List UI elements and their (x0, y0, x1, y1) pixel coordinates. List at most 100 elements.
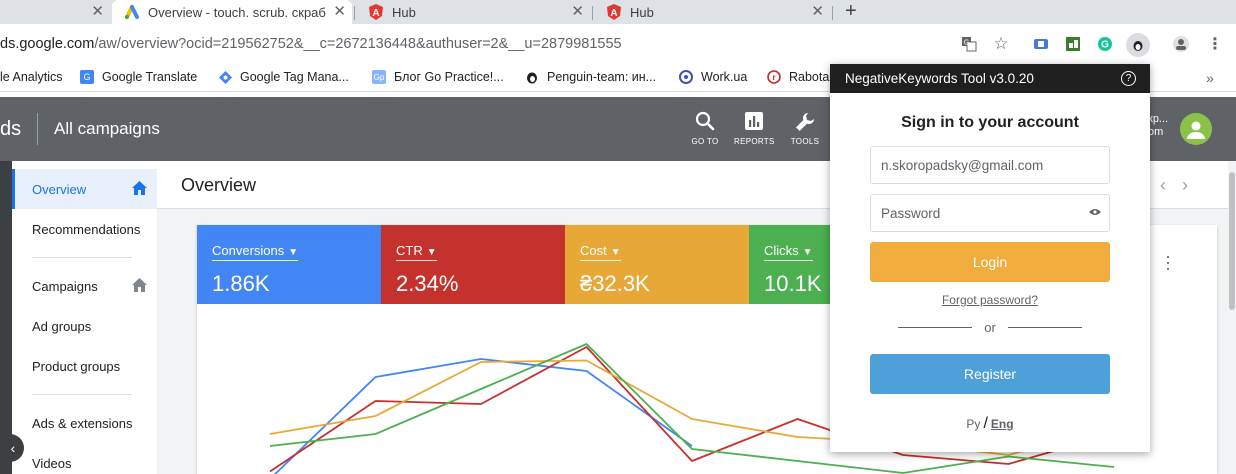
forgot-password-link[interactable]: Forgot password? (830, 293, 1150, 307)
bookmark-google-translate[interactable]: G Google Translate (80, 70, 197, 84)
home-icon (132, 181, 147, 198)
or-label: or (984, 320, 996, 335)
bookmark-analytics[interactable]: le Analytics (0, 70, 63, 84)
more-options-icon[interactable]: · · · (1165, 247, 1171, 277)
chevron-left-icon[interactable]: ‹ (1160, 175, 1182, 195)
sidebar-item-recommendations[interactable]: Recommendations (12, 209, 157, 249)
metric-selector[interactable]: Cost ▼ (580, 243, 621, 261)
reports-label: REPORTS (734, 137, 775, 146)
bookmark-label: Work.ua (701, 70, 748, 84)
tools-button[interactable]: TOOLS (785, 111, 825, 146)
dropdown-caret-icon: ▼ (610, 247, 621, 258)
metric-ctr[interactable]: CTR ▼ 2.34% (381, 225, 565, 304)
sidebar-item-ads-extensions[interactable]: Ads & extensions (12, 403, 157, 443)
grammarly-icon[interactable]: G (1096, 35, 1114, 53)
tab-separator (832, 6, 833, 20)
svg-text:A: A (372, 8, 379, 19)
url-path: /aw/overview?ocid=219562752&__c=26721364… (94, 36, 622, 52)
svg-text:G: G (1101, 40, 1109, 51)
or-divider: or (898, 320, 1082, 335)
bookmark-rabota[interactable]: r Rabota (767, 70, 829, 84)
help-icon[interactable]: ? (1121, 71, 1136, 86)
brand-logo-text[interactable]: ds (0, 118, 21, 141)
signin-heading: Sign in to your account (901, 114, 1079, 131)
extension-icon[interactable] (1064, 35, 1082, 53)
new-tab-plus-icon[interactable]: + (845, 0, 857, 22)
extension-icon[interactable] (1032, 35, 1050, 53)
bookmark-label: Google Translate (102, 70, 198, 84)
penguin-extension-icon[interactable] (1126, 33, 1150, 57)
metric-value: 1.86K (212, 271, 270, 296)
translate-icon: G (80, 70, 94, 84)
email-value: n.skoropadsky@gmail.com (881, 157, 1044, 173)
bookmark-go-practice[interactable]: Gp Блог Go Practice!... (372, 70, 504, 84)
sidebar-item-campaigns[interactable]: Campaigns (12, 266, 157, 306)
eye-icon[interactable] (1089, 207, 1101, 219)
divider-line (898, 327, 973, 328)
tab-title: Overview - touch. scrub. скраб (148, 4, 326, 20)
password-field[interactable]: Password (870, 194, 1110, 232)
close-icon[interactable]: ✕ (91, 4, 104, 20)
reports-button[interactable]: REPORTS (734, 111, 774, 146)
sidebar-item-ad-groups[interactable]: Ad groups (12, 306, 157, 346)
sidebar-item-label: Ads & extensions (32, 415, 133, 431)
sidebar-item-label: Product groups (32, 358, 121, 374)
header-title[interactable]: All campaigns (54, 119, 160, 139)
tab-previous[interactable]: ✕ (0, 0, 110, 24)
close-icon[interactable]: ✕ (811, 4, 824, 20)
bookmark-penguin-team[interactable]: Penguin-team: ин... (525, 70, 656, 84)
register-button[interactable]: Register (870, 354, 1110, 394)
gp-icon: Gp (372, 70, 386, 84)
tag-manager-icon (218, 70, 232, 84)
sidebar: Overview Recommendations Campaigns Ad gr… (0, 161, 157, 474)
metric-selector[interactable]: CTR ▼ (396, 243, 437, 261)
tools-label: TOOLS (790, 137, 820, 146)
close-icon[interactable]: ✕ (571, 4, 584, 20)
scrollbar-thumb[interactable] (1229, 172, 1235, 310)
sidebar-rail (0, 161, 12, 474)
bookmark-work-ua[interactable]: Work.ua (679, 70, 747, 84)
address-bar[interactable]: ds.google.com/aw/overview?ocid=219562752… (0, 36, 622, 52)
metric-cost[interactable]: Cost ▼ ₴32.3K (565, 225, 749, 304)
metric-name: Cost (580, 243, 607, 258)
chevron-right-double-icon[interactable]: » (1206, 70, 1214, 86)
language-ru-link[interactable]: Ру (966, 417, 980, 431)
sidebar-item-label: Recommendations (32, 221, 141, 237)
profile-icon[interactable] (1172, 35, 1190, 53)
tab-hub-2[interactable]: A Hub ✕ (594, 0, 830, 24)
account-info[interactable]: кр... om (1148, 113, 1168, 139)
browser-menu-icon[interactable]: ⋮ (1206, 35, 1224, 53)
sidebar-item-product-groups[interactable]: Product groups (12, 346, 157, 386)
metric-selector[interactable]: Conversions ▼ (212, 243, 299, 261)
translate-page-icon[interactable]: G (960, 35, 978, 53)
metric-selector[interactable]: Clicks ▼ (764, 243, 813, 261)
tab-hub-1[interactable]: A Hub ✕ (356, 0, 590, 24)
metric-name: Conversions (212, 243, 285, 258)
metric-value: ₴32.3K (580, 271, 650, 296)
chevron-right-icon[interactable]: › (1182, 175, 1204, 195)
close-icon[interactable]: ✕ (333, 4, 346, 20)
password-placeholder: Password (881, 205, 941, 221)
login-button[interactable]: Login (870, 242, 1110, 282)
header-divider (37, 113, 38, 145)
language-separator: / (983, 415, 988, 432)
email-field[interactable]: n.skoropadsky@gmail.com (870, 146, 1110, 184)
sidebar-item-videos[interactable]: Videos (12, 443, 157, 474)
rabota-icon: r (767, 70, 781, 84)
bookmark-label: Rabota (789, 70, 830, 84)
goto-button[interactable]: GO TO (685, 111, 725, 146)
bookmark-label: Google Tag Mana... (240, 70, 349, 84)
bookmark-google-tag-manager[interactable]: Google Tag Mana... (218, 70, 349, 84)
page-navigation: ‹› (1160, 175, 1204, 196)
svg-text:r: r (772, 73, 775, 82)
dropdown-caret-icon: ▼ (288, 247, 299, 258)
metric-conversions[interactable]: Conversions ▼ 1.86K (197, 225, 381, 304)
sidebar-item-overview[interactable]: Overview (12, 169, 157, 209)
language-en-link[interactable]: Eng (991, 417, 1014, 431)
tab-title: Hub (392, 4, 416, 20)
avatar[interactable] (1180, 113, 1212, 145)
bookmark-label: le Analytics (0, 70, 63, 84)
star-icon[interactable]: ☆ (992, 34, 1010, 53)
language-switcher: Ру / Eng (830, 415, 1150, 433)
tab-google-ads-overview[interactable]: Overview - touch. scrub. скраб ✕ (112, 0, 352, 24)
